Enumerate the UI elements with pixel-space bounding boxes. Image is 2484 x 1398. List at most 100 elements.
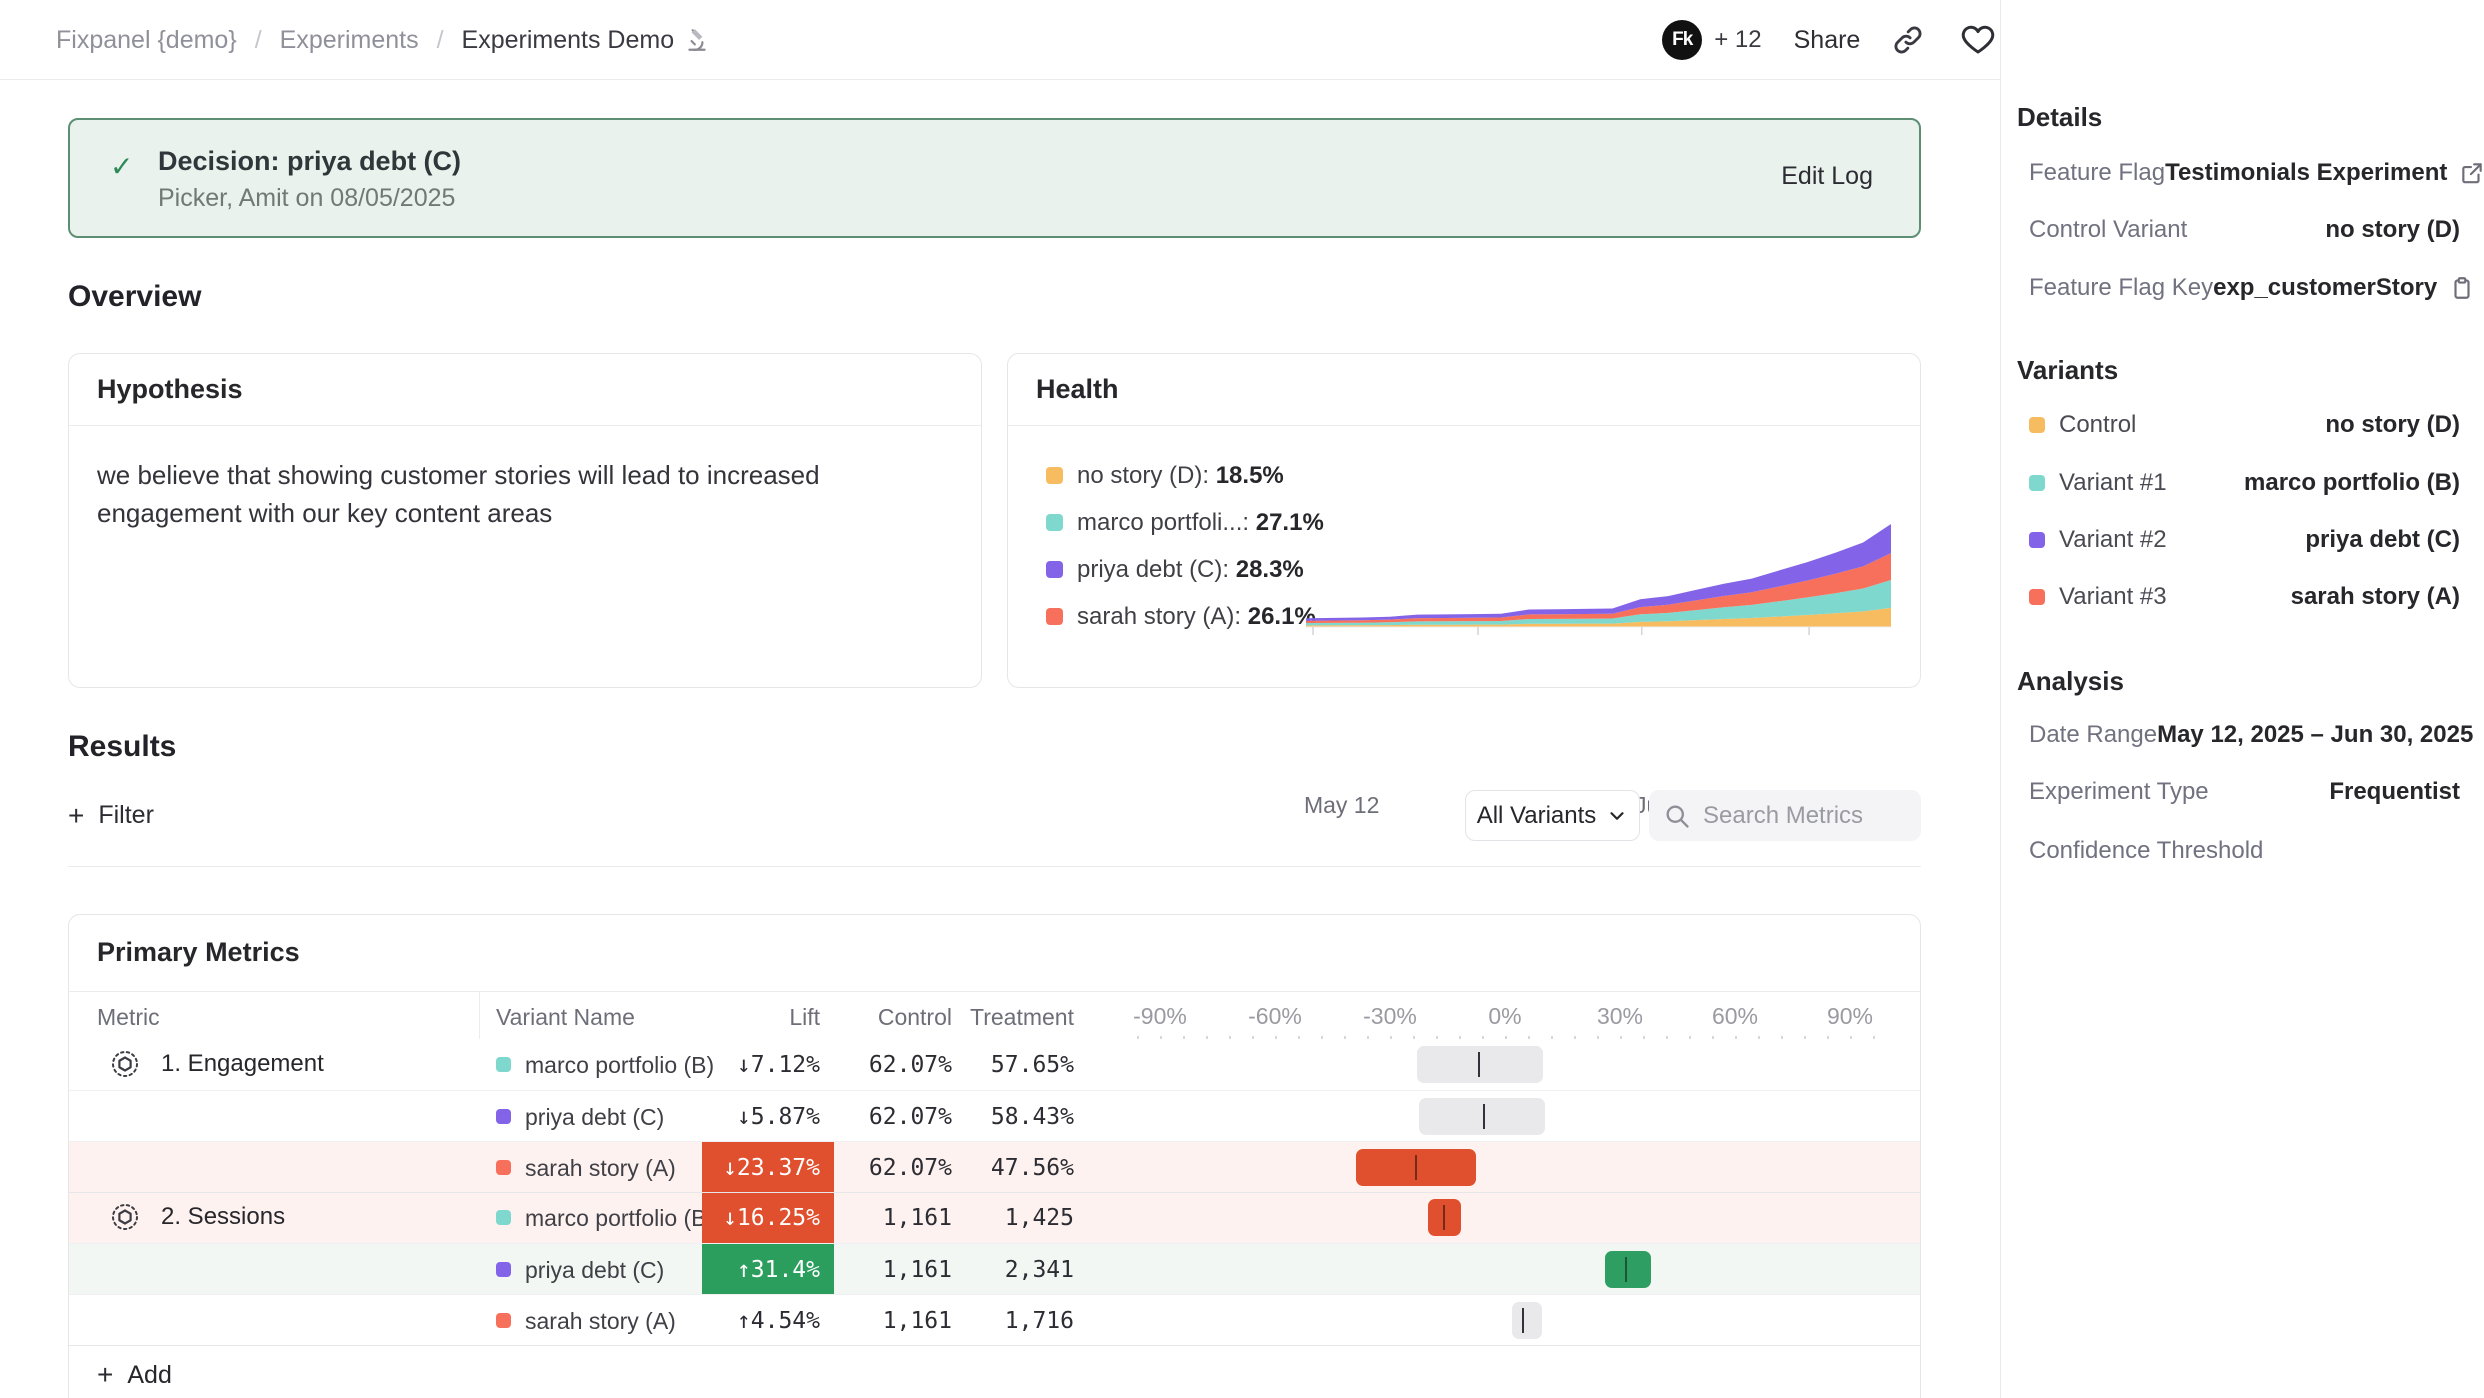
variant-swatch	[496, 1057, 511, 1072]
search-input[interactable]	[1703, 802, 1903, 830]
column-header: Treatment	[956, 1003, 1074, 1031]
control-value: 62.07%	[834, 1091, 952, 1142]
filter-button[interactable]: + Filter	[68, 790, 154, 841]
chevron-down-icon	[1606, 805, 1628, 827]
variant-swatch	[496, 1262, 511, 1277]
health-title: Health	[1008, 354, 1920, 426]
copy-link-icon[interactable]	[1886, 18, 1930, 62]
sidebar-row-label: Experiment Type	[2029, 778, 2209, 806]
edit-log-button[interactable]: Edit Log	[1781, 162, 1873, 191]
control-value: 1,161	[834, 1244, 952, 1295]
treatment-value: 58.43%	[956, 1091, 1074, 1142]
table-row[interactable]: marco portfolio (B) ↓7.12% 62.07% 57.65%	[69, 1039, 1921, 1090]
sidebar-row-label: Variant #1	[2059, 469, 2167, 497]
lift-value: ↓16.25%	[702, 1192, 834, 1243]
goal-icon	[111, 1203, 139, 1231]
axis-tick-label: 90%	[1827, 1003, 1873, 1030]
breadcrumb-experiments[interactable]: Experiments	[280, 26, 419, 55]
confidence-interval-bar[interactable]	[1605, 1251, 1651, 1288]
confidence-interval-bar[interactable]	[1512, 1302, 1542, 1339]
sidebar-row-label: Feature Flag Key	[2029, 274, 2213, 302]
column-header: Variant Name	[496, 1003, 635, 1031]
metric-name[interactable]: 1. Engagement	[111, 1050, 324, 1078]
lift-mean-line	[1478, 1052, 1480, 1077]
avatar[interactable]: Fk	[1662, 20, 1702, 60]
plus-icon: +	[97, 1359, 113, 1391]
clipboard-icon[interactable]	[2449, 275, 2475, 301]
divider	[69, 991, 1921, 992]
metric-name[interactable]: 2. Sessions	[111, 1203, 285, 1231]
sidebar-row-label: Variant #2	[2059, 526, 2167, 554]
table-row[interactable]: marco portfolio (B) ↓16.25% 1,161 1,425	[69, 1192, 1921, 1243]
metric-label-text: 1. Engagement	[161, 1050, 324, 1078]
share-button[interactable]: Share	[1794, 26, 1861, 55]
variants-dropdown[interactable]: All Variants	[1465, 790, 1640, 841]
legend-swatch	[1046, 514, 1063, 531]
sidebar-row-label: Feature Flag	[2029, 159, 2165, 187]
legend-item[interactable]: marco portfoli...: 27.1%	[1046, 499, 1324, 546]
primary-metrics-title: Primary Metrics	[97, 937, 300, 968]
page-title: Experiments Demo	[462, 26, 675, 55]
lift-value: ↓5.87%	[702, 1091, 834, 1142]
treatment-value: 47.56%	[956, 1142, 1074, 1193]
legend-swatch	[1046, 467, 1063, 484]
health-card: Health no story (D): 18.5% marco portfol…	[1007, 353, 1921, 688]
divider	[69, 1192, 1921, 1193]
details-sidebar: Details Feature FlagTestimonials Experim…	[2000, 0, 2484, 1398]
hypothesis-title: Hypothesis	[69, 354, 981, 426]
legend-swatch	[1046, 608, 1063, 625]
sidebar-row-value: Frequentist	[2329, 778, 2460, 806]
axis-tick-label: -90%	[1133, 1003, 1187, 1030]
variant-name: priya debt (C)	[525, 1257, 664, 1284]
legend-swatch	[1046, 561, 1063, 578]
lift-mean-line	[1415, 1155, 1417, 1180]
filter-label: Filter	[98, 801, 154, 830]
lift-value: ↓23.37%	[702, 1142, 834, 1193]
variant-swatch	[2029, 532, 2045, 548]
table-row[interactable]: sarah story (A) ↓23.37% 62.07% 47.56%	[69, 1141, 1921, 1192]
treatment-value: 1,716	[956, 1295, 1074, 1346]
external-link-icon[interactable]	[2459, 160, 2484, 186]
primary-metrics-card: Primary Metrics MetricVariant NameLiftCo…	[68, 914, 1921, 1398]
treatment-value: 57.65%	[956, 1039, 1074, 1090]
axis-tick-label: 30%	[1597, 1003, 1643, 1030]
sidebar-row-value: Testimonials Experiment	[2165, 159, 2484, 187]
breadcrumb-current[interactable]: Experiments Demo	[462, 26, 711, 55]
legend-item[interactable]: sarah story (A): 26.1%	[1046, 593, 1324, 640]
sidebar-row-value: sarah story (A)	[2291, 583, 2460, 611]
lift-mean-line	[1483, 1104, 1485, 1129]
variant-swatch	[2029, 417, 2045, 433]
confidence-interval-bar[interactable]	[1417, 1046, 1544, 1083]
legend-item[interactable]: no story (D): 18.5%	[1046, 452, 1324, 499]
sidebar-row: Feature Flag Keyexp_customerStory	[2029, 270, 2460, 306]
divider	[68, 866, 1921, 867]
breadcrumb: Fixpanel {demo} / Experiments / Experime…	[56, 0, 710, 80]
legend-item[interactable]: priya debt (C): 28.3%	[1046, 546, 1324, 593]
search-metrics[interactable]	[1649, 790, 1921, 841]
variant-name: priya debt (C)	[525, 1104, 664, 1131]
favorite-heart-icon[interactable]	[1956, 18, 2000, 62]
column-header: Metric	[97, 1003, 160, 1031]
hypothesis-card: Hypothesis we believe that showing custo…	[68, 353, 982, 688]
sidebar-row-label: Variant #3	[2059, 583, 2167, 611]
variant-name: sarah story (A)	[525, 1308, 676, 1335]
microscope-icon	[684, 27, 710, 53]
add-metric-button[interactable]: + Add	[97, 1355, 172, 1395]
sidebar-row-value: May 12, 2025 – Jun 30, 2025	[2157, 721, 2473, 749]
collaborator-count: + 12	[1714, 26, 1761, 54]
axis-tick-label: -60%	[1248, 1003, 1302, 1030]
table-row[interactable]: priya debt (C) ↓5.87% 62.07% 58.43%	[69, 1090, 1921, 1141]
table-row[interactable]: sarah story (A) ↑4.54% 1,161 1,716	[69, 1294, 1921, 1345]
breadcrumb-project[interactable]: Fixpanel {demo}	[56, 26, 237, 55]
decision-subtitle: Picker, Amit on 08/05/2025	[158, 184, 455, 213]
axis-tick-label: -30%	[1363, 1003, 1417, 1030]
table-row[interactable]: priya debt (C) ↑31.4% 1,161 2,341	[69, 1243, 1921, 1294]
axis-tick-label: 60%	[1712, 1003, 1758, 1030]
treatment-value: 1,425	[956, 1192, 1074, 1243]
breadcrumb-separator: /	[437, 26, 444, 55]
variant-name: marco portfolio (B)	[525, 1052, 714, 1079]
sidebar-row: Controlno story (D)	[2029, 407, 2460, 443]
collaborators[interactable]: Fk + 12	[1662, 20, 1761, 60]
sidebar-row-value: no story (D)	[2325, 216, 2460, 244]
decision-check-icon: ✓	[110, 150, 133, 183]
